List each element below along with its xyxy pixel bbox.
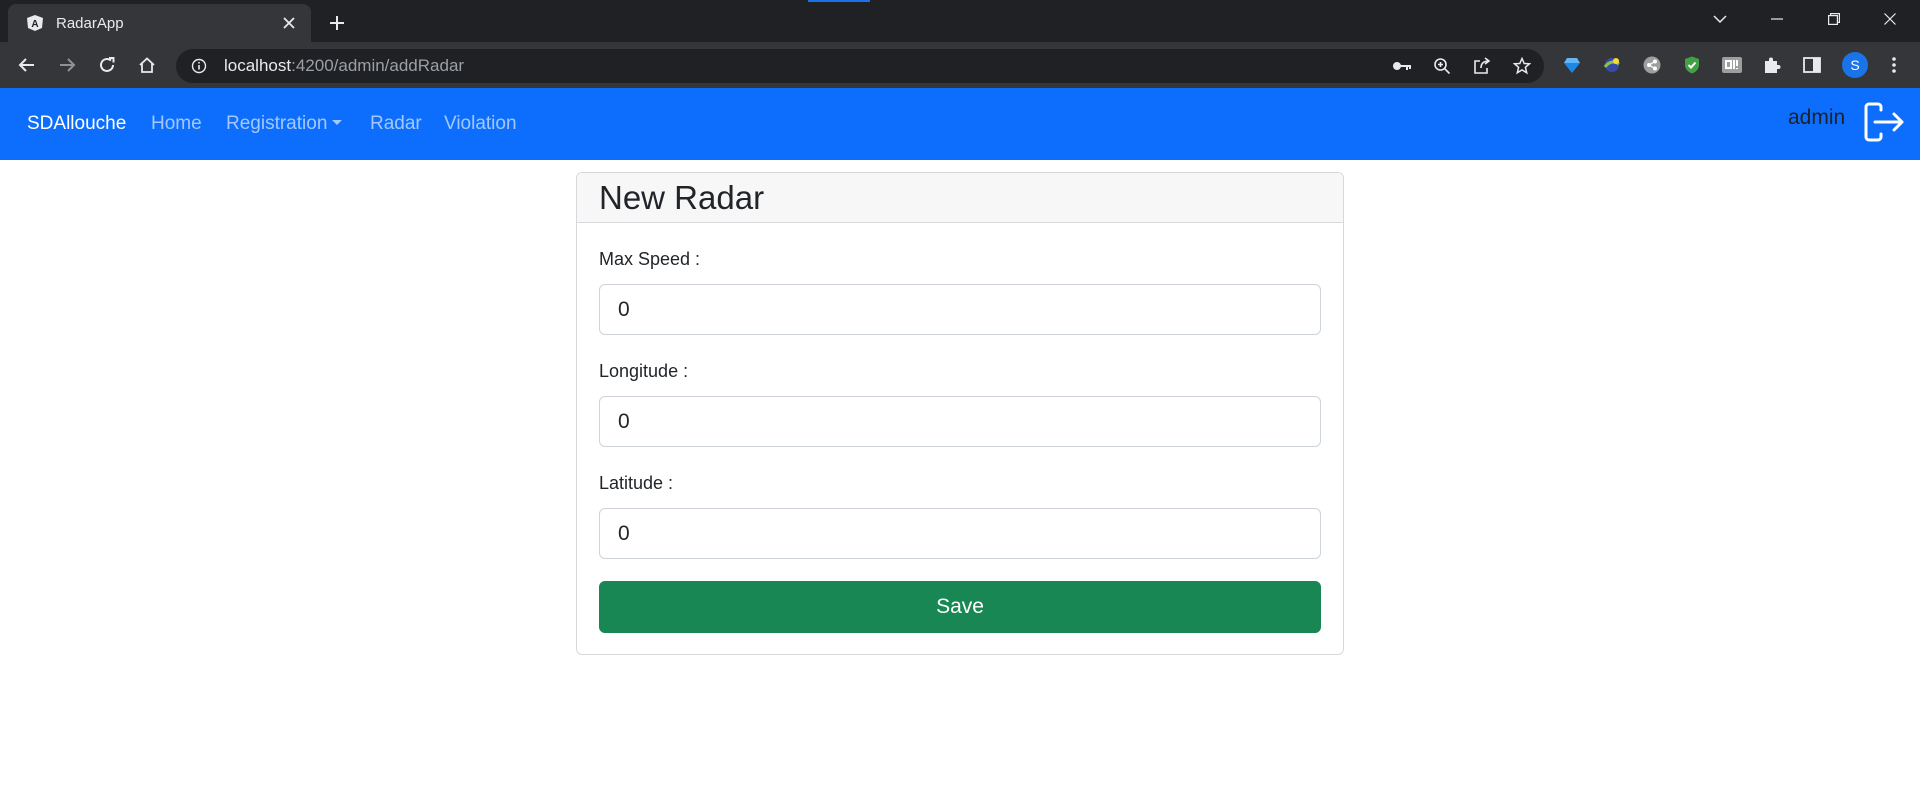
reload-icon[interactable] bbox=[91, 49, 123, 81]
link-extension-icon[interactable] bbox=[1638, 51, 1666, 79]
home-icon[interactable] bbox=[131, 49, 163, 81]
longitude-input[interactable] bbox=[599, 396, 1321, 447]
key-icon[interactable] bbox=[1391, 55, 1413, 77]
nav-link-violation[interactable]: Violation bbox=[444, 113, 517, 135]
longitude-label: Longitude : bbox=[599, 361, 689, 381]
nav-link-registration-label: Registration bbox=[226, 113, 328, 134]
back-icon[interactable] bbox=[11, 49, 43, 81]
svg-text:A: A bbox=[31, 19, 38, 30]
latitude-input[interactable] bbox=[599, 508, 1321, 559]
angular-favicon-icon: A bbox=[26, 14, 44, 32]
profile-avatar[interactable]: S bbox=[1842, 52, 1868, 78]
nav-link-radar[interactable]: Radar bbox=[370, 113, 422, 135]
max-speed-label: Max Speed : bbox=[599, 249, 701, 269]
tab-drag-indicator bbox=[808, 0, 870, 2]
browser-toolbar: localhost:4200/admin/addRadar S bbox=[0, 42, 1920, 88]
url-host: localhost bbox=[224, 56, 292, 75]
minimize-icon[interactable] bbox=[1749, 0, 1805, 38]
caret-down-icon bbox=[332, 120, 343, 125]
card-title: New Radar bbox=[599, 178, 765, 216]
tab-close-icon[interactable] bbox=[279, 13, 299, 33]
gem-extension-icon[interactable] bbox=[1558, 51, 1586, 79]
latitude-label: Latitude : bbox=[599, 473, 674, 493]
browser-tabstrip: A RadarApp bbox=[0, 0, 1920, 42]
logout-icon[interactable] bbox=[1864, 102, 1906, 142]
card-header: New Radar bbox=[577, 173, 1343, 223]
tab-title: RadarApp bbox=[56, 14, 124, 32]
chrome-menu-icon[interactable] bbox=[1880, 51, 1908, 79]
qr-extension-icon[interactable] bbox=[1718, 51, 1746, 79]
url-path: :4200/admin/addRadar bbox=[291, 56, 465, 75]
nav-link-home[interactable]: Home bbox=[151, 113, 202, 135]
url-text: localhost:4200/admin/addRadar bbox=[224, 56, 464, 76]
shield-extension-icon[interactable] bbox=[1678, 51, 1706, 79]
side-panel-icon[interactable] bbox=[1798, 51, 1826, 79]
tab-search-chevron-icon[interactable] bbox=[1692, 0, 1748, 38]
share-icon[interactable] bbox=[1471, 55, 1493, 77]
nav-dropdown-registration[interactable]: Registration bbox=[226, 113, 343, 135]
close-window-icon[interactable] bbox=[1862, 0, 1918, 38]
restore-icon[interactable] bbox=[1806, 0, 1862, 38]
zoom-icon[interactable] bbox=[1431, 55, 1453, 77]
new-radar-card: New Radar Max Speed : Longitude : Latitu… bbox=[576, 172, 1344, 655]
new-tab-icon[interactable] bbox=[323, 9, 351, 37]
site-info-icon[interactable] bbox=[188, 55, 210, 77]
navbar-brand[interactable]: SDAllouche bbox=[27, 113, 126, 135]
save-button[interactable]: Save bbox=[599, 581, 1321, 633]
browser-tab-radarapp[interactable]: A RadarApp bbox=[8, 4, 311, 42]
forward-icon[interactable] bbox=[51, 49, 83, 81]
app-navbar: SDAllouche Home Registration Radar Viola… bbox=[0, 88, 1920, 160]
bookmark-star-icon[interactable] bbox=[1511, 55, 1533, 77]
current-user-name: admin bbox=[1788, 106, 1846, 129]
address-bar[interactable]: localhost:4200/admin/addRadar bbox=[176, 49, 1544, 83]
max-speed-input[interactable] bbox=[599, 284, 1321, 335]
globe-extension-icon[interactable] bbox=[1598, 51, 1626, 79]
extensions-puzzle-icon[interactable] bbox=[1758, 51, 1786, 79]
